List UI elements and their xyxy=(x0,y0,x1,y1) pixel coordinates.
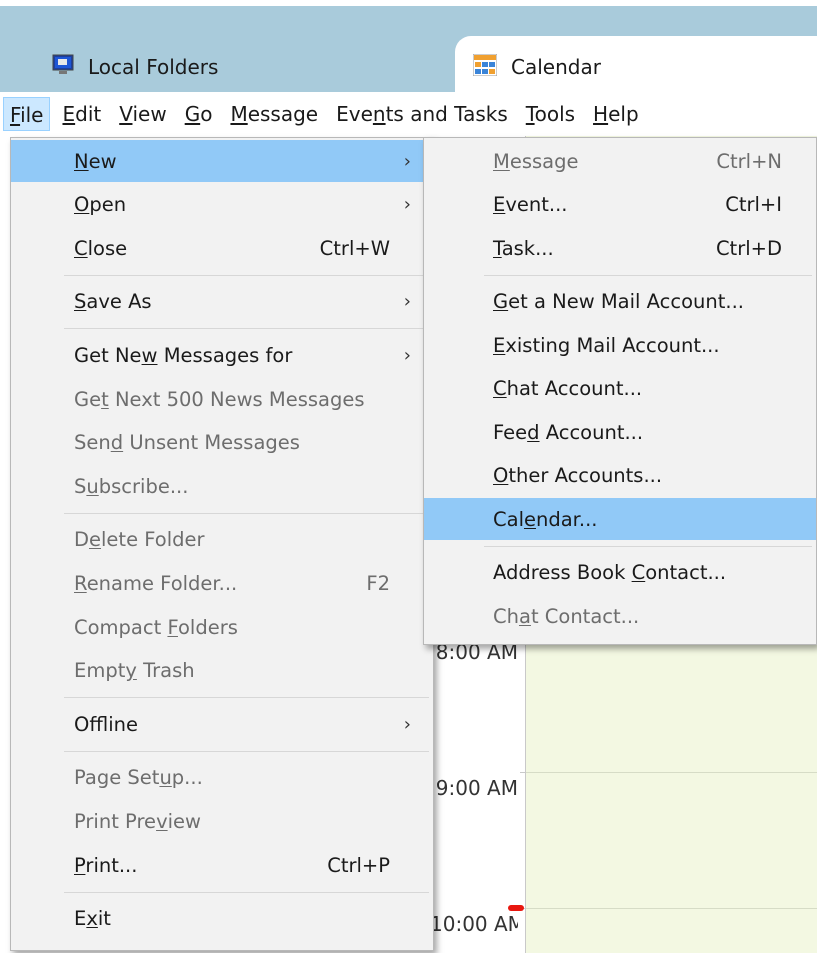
menu-separator xyxy=(64,891,429,893)
shortcut-label: Ctrl+W xyxy=(319,236,390,260)
menuitem-event[interactable]: Event... Ctrl+I xyxy=(424,184,816,226)
menuitem-chat-account[interactable]: Chat Account... xyxy=(424,368,816,410)
menuitem-label: Other Accounts... xyxy=(493,464,663,487)
calendar-icon xyxy=(472,53,498,81)
menuitem-label: Compact Folders xyxy=(74,615,238,639)
time-label: 9:00 AM xyxy=(435,776,518,800)
menu-separator xyxy=(484,545,812,547)
menuitem-label: Exit xyxy=(74,907,111,931)
menuitem-label: Delete Folder xyxy=(74,528,205,552)
time-label: 10:00 AM xyxy=(430,912,518,936)
menuitem-open[interactable]: Open › xyxy=(11,184,433,226)
menu-bar: File Edit View Go Message Events and Tasks Too… xyxy=(0,92,817,136)
menuitem-rename-folder[interactable]: Rename Folder... F2 xyxy=(11,562,433,604)
menu-events-and-tasks[interactable]: Events and Tasks xyxy=(330,97,514,131)
menuitem-get-next-500-news-messages[interactable]: Get Next 500 News Messages xyxy=(11,378,433,420)
menuitem-label: Existing Mail Account... xyxy=(493,333,720,357)
menuitem-label: Rename Folder... xyxy=(74,571,238,595)
shortcut-label: Ctrl+P xyxy=(327,853,390,877)
menu-edit[interactable]: Edit xyxy=(56,97,107,131)
menu-separator xyxy=(64,274,429,276)
menuitem-message[interactable]: Message Ctrl+N xyxy=(424,140,816,182)
current-time-marker xyxy=(508,905,524,911)
menuitem-label: Close xyxy=(74,236,128,260)
menuitem-label: Message xyxy=(493,149,579,173)
menuitem-send-unsent-messages[interactable]: Send Unsent Messages xyxy=(11,422,433,464)
menuitem-label: Feed Account... xyxy=(493,420,644,444)
menuitem-label: Open xyxy=(74,193,127,217)
menuitem-print[interactable]: Print... Ctrl+P xyxy=(11,844,433,886)
shortcut-label: F2 xyxy=(366,571,390,595)
menuitem-chat-contact[interactable]: Chat Contact... xyxy=(424,595,816,637)
menu-separator xyxy=(64,512,429,514)
menuitem-calendar[interactable]: Calendar... xyxy=(424,498,816,540)
menuitem-label: Event... xyxy=(493,193,568,216)
menu-separator xyxy=(64,328,429,330)
menuitem-compact-folders[interactable]: Compact Folders xyxy=(11,606,433,648)
tab-strip: Local Folders Calendar xyxy=(0,0,817,98)
hour-line xyxy=(526,772,817,773)
menu-message[interactable]: Message xyxy=(224,97,324,131)
menuitem-empty-trash[interactable]: Empty Trash xyxy=(11,650,433,692)
submenu-arrow-icon: › xyxy=(403,344,411,366)
menuitem-exit[interactable]: Exit xyxy=(11,898,433,940)
menuitem-label: Save As xyxy=(74,290,152,314)
menuitem-label: Page Setup... xyxy=(74,766,203,790)
menu-separator xyxy=(484,274,812,276)
submenu-arrow-icon: › xyxy=(403,150,411,172)
menuitem-label: Chat Account... xyxy=(493,377,643,400)
menuitem-label: Address Book Contact... xyxy=(493,561,727,584)
menuitem-save-as[interactable]: Save As › xyxy=(11,281,433,323)
menu-view[interactable]: View xyxy=(113,97,172,131)
shortcut-label: Ctrl+I xyxy=(725,193,782,216)
tab-label: Local Folders xyxy=(88,55,219,79)
menuitem-get-new-messages-for[interactable]: Get New Messages for › xyxy=(11,334,433,376)
menu-tools[interactable]: Tools xyxy=(520,97,581,131)
tab-label: Calendar xyxy=(511,55,601,79)
menuitem-label: Chat Contact... xyxy=(493,604,640,628)
menuitem-label: Empty Trash xyxy=(74,659,195,683)
hour-tick xyxy=(520,772,525,773)
menu-separator xyxy=(64,750,429,752)
menuitem-label: Task... xyxy=(493,236,554,260)
menuitem-label: Print... xyxy=(74,853,138,877)
menuitem-existing-mail-account[interactable]: Existing Mail Account... xyxy=(424,324,816,366)
menuitem-label: Subscribe... xyxy=(74,474,189,498)
tab-local-folders[interactable]: Local Folders xyxy=(52,42,218,92)
menuitem-page-setup[interactable]: Page Setup... xyxy=(11,757,433,799)
menu-go[interactable]: Go xyxy=(179,97,219,131)
menuitem-close[interactable]: Close Ctrl+W xyxy=(11,227,433,269)
shortcut-label: Ctrl+D xyxy=(715,236,782,260)
menu-help[interactable]: Help xyxy=(587,97,645,131)
menuitem-print-preview[interactable]: Print Preview xyxy=(11,800,433,842)
menuitem-offline[interactable]: Offline › xyxy=(11,703,433,745)
menuitem-label: Get Next 500 News Messages xyxy=(74,387,365,411)
menuitem-label: New xyxy=(74,149,117,173)
menuitem-other-accounts[interactable]: Other Accounts... xyxy=(424,455,816,497)
menuitem-label: Get a New Mail Account... xyxy=(493,290,744,313)
submenu-arrow-icon: › xyxy=(403,194,411,216)
menuitem-address-book-contact[interactable]: Address Book Contact... xyxy=(424,552,816,594)
menuitem-task[interactable]: Task... Ctrl+D xyxy=(424,227,816,269)
menuitem-label: Calendar... xyxy=(493,507,598,531)
tab-calendar[interactable]: Calendar xyxy=(455,36,817,98)
file-menu: New › Open › Close Ctrl+W Save As › Get New Mess… xyxy=(10,137,434,951)
menu-separator xyxy=(64,697,429,699)
hour-line xyxy=(526,908,817,909)
menuitem-get-a-new-mail-account[interactable]: Get a New Mail Account... xyxy=(424,281,816,323)
menu-file[interactable]: File xyxy=(3,97,51,131)
monitor-icon xyxy=(52,54,74,81)
new-submenu: Message Ctrl+N Event... Ctrl+I Task... Ctrl+D… xyxy=(423,137,817,645)
shortcut-label: Ctrl+N xyxy=(716,149,782,173)
menuitem-label: Get New Messages for xyxy=(74,343,293,367)
menuitem-feed-account[interactable]: Feed Account... xyxy=(424,411,816,453)
menuitem-label: Offline xyxy=(74,712,138,736)
submenu-arrow-icon: › xyxy=(403,291,411,313)
menuitem-delete-folder[interactable]: Delete Folder xyxy=(11,519,433,561)
submenu-arrow-icon: › xyxy=(403,713,411,735)
menuitem-new[interactable]: New › xyxy=(11,140,433,182)
menuitem-label: Send Unsent Messages xyxy=(74,431,300,455)
menuitem-label: Print Preview xyxy=(74,809,201,833)
menuitem-subscribe[interactable]: Subscribe... xyxy=(11,465,433,507)
